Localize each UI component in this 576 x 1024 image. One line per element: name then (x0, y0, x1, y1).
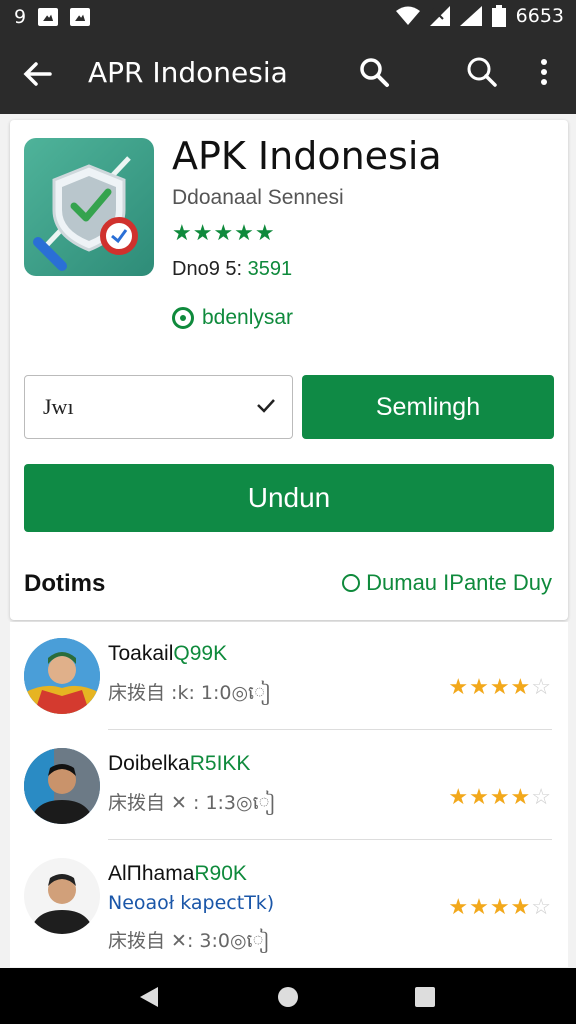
reviewer-name: AlΠhamaR90K (108, 862, 247, 885)
clock: 6653 (515, 5, 564, 27)
list-item[interactable]: AlΠhamaR90K Neoaoł kapectTk) 床拨自 ✕: 3:0◎… (10, 842, 568, 967)
signal-bars-icon (459, 6, 482, 26)
downloads-info: Dno9 5: 3591 (172, 258, 292, 281)
avatar (24, 748, 100, 824)
downloads-label: Dno9 5: (172, 258, 243, 280)
divider (108, 729, 552, 730)
review-meta: 床拨自 :k: 1:0◎ៀ (108, 682, 271, 704)
download-button[interactable]: Undun (24, 464, 554, 532)
verified-icon (172, 307, 194, 329)
avatar (24, 858, 100, 934)
chevron-check-icon (257, 399, 275, 413)
divider (108, 839, 552, 840)
gallery-icon (70, 8, 91, 26)
downloads-value: 3591 (247, 258, 293, 280)
more-vert-icon[interactable] (526, 54, 562, 90)
back-arrow-icon[interactable] (20, 56, 56, 92)
review-meta: 床拨自 ✕ : 1:3◎ៀ (108, 792, 276, 814)
system-nav-bar (0, 968, 576, 1024)
app-icon[interactable] (24, 138, 154, 276)
section-title: Dotims (24, 570, 106, 597)
section-link-label: Dumau IPante Duy (366, 570, 552, 595)
nav-home-icon[interactable] (277, 986, 299, 1008)
dropdown-value: Jwı (43, 394, 74, 419)
nav-recents-icon[interactable] (414, 986, 436, 1008)
reviewer-name: ToakailQ99K (108, 642, 228, 665)
review-stars: ★★★★☆ (448, 674, 552, 699)
verified-badge: bdenlysar (172, 306, 293, 330)
list-item[interactable]: DoibelkaR5IKK 床拨自 ✕ : 1:3◎ៀ ★★★★☆ (10, 732, 568, 840)
battery-icon (491, 5, 506, 27)
wifi-icon (395, 6, 420, 25)
reviewer-name: DoibelkaR5IKK (108, 752, 251, 775)
app-bar: APR Indonesia (0, 32, 576, 114)
section-link[interactable]: Dumau IPante Duy (342, 570, 552, 596)
nav-back-icon[interactable] (138, 986, 160, 1008)
rating-stars: ★★★★★ (172, 220, 276, 245)
status-bar: 9 6653 (0, 0, 576, 32)
page-title: APR Indonesia (88, 56, 288, 89)
signal-icon (429, 6, 450, 26)
version-dropdown[interactable]: Jwı (24, 375, 293, 439)
review-text: Neoaoł kapectTk) (108, 892, 275, 914)
app-detail-card: APK Indonesia Ddoanaal Sennesi ★★★★★ Dno… (10, 120, 568, 620)
avatar (24, 638, 100, 714)
review-meta: 床拨自 ✕: 3:0◎ៀ (108, 930, 270, 952)
status-text: 9 (14, 6, 27, 28)
verified-label: bdenlysar (202, 306, 294, 329)
list-item[interactable]: ToakailQ99K 床拨自 :k: 1:0◎ៀ ★★★★☆ (10, 622, 568, 730)
search-icon[interactable] (356, 54, 392, 90)
secondary-button[interactable]: Semlingh (302, 375, 554, 439)
developer-name[interactable]: Ddoanaal Sennesi (172, 186, 344, 210)
location-icon (342, 574, 361, 592)
app-name: APK Indonesia (172, 134, 442, 178)
review-stars: ★★★★☆ (448, 784, 552, 809)
review-stars: ★★★★☆ (448, 894, 552, 919)
search-icon[interactable] (464, 54, 500, 90)
review-list: ToakailQ99K 床拨自 :k: 1:0◎ៀ ★★★★☆ Doibelka… (10, 622, 568, 967)
photo-icon (38, 8, 59, 26)
